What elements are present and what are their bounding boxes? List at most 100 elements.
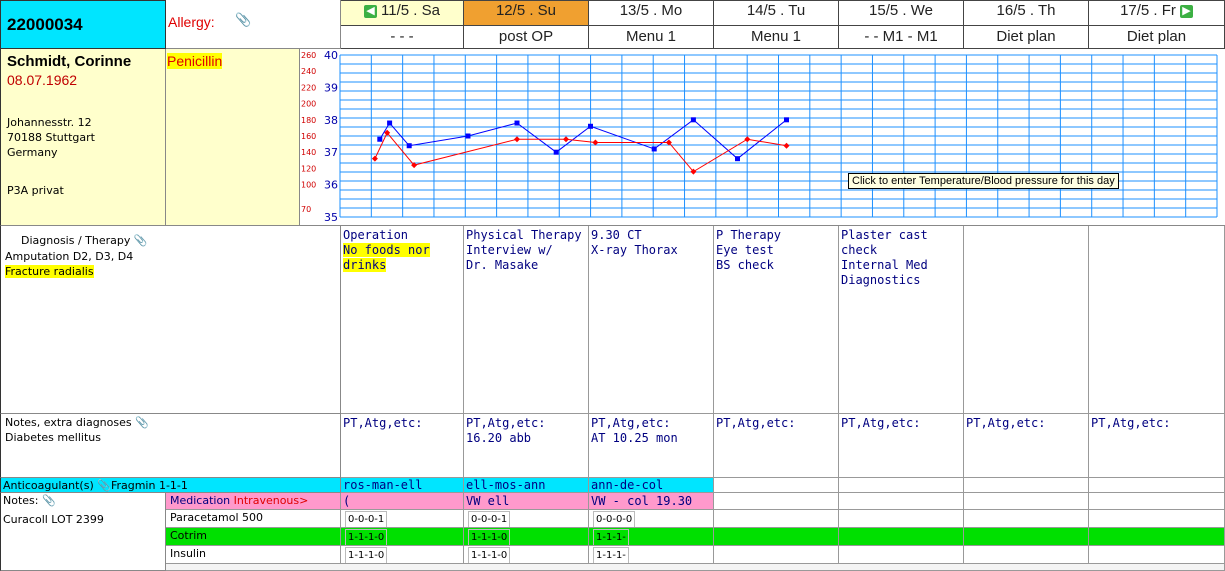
allergy-header[interactable]: Allergy: 📎 xyxy=(166,0,341,49)
therapy-cell-5[interactable] xyxy=(964,226,1089,414)
therapy-cell-0[interactable]: Operation No foods nor drinks xyxy=(341,226,464,414)
iv-day-5[interactable] xyxy=(964,493,1089,510)
therapy-cell-1[interactable]: Physical Therapy Interview w/Dr. Masake xyxy=(464,226,589,414)
data-point xyxy=(784,117,789,123)
medication-name[interactable]: Paracetamol 500 xyxy=(166,510,341,528)
day-note-cell-6[interactable]: PT,Atg,etc: xyxy=(1089,414,1225,478)
medication-dose-cell[interactable] xyxy=(964,510,1089,528)
day-note-cell-0[interactable]: PT,Atg,etc: xyxy=(341,414,464,478)
therapy-line: Plaster cast xyxy=(841,228,928,242)
iv-day-4[interactable] xyxy=(839,493,964,510)
vitals-chart-svg[interactable]: 40 39 38 37 36 35 260 240 220 200 180 160 140 120 100 7… xyxy=(300,49,1225,226)
prev-arrow-icon[interactable]: ◀ xyxy=(364,4,378,18)
medication-dose-cell[interactable] xyxy=(1089,528,1225,546)
therapy-line: check xyxy=(841,243,878,257)
therapy-cell-4[interactable]: Plaster cast check Internal Med Diagnostics xyxy=(839,226,964,414)
menu-cell-4[interactable]: - - M1 - M1 xyxy=(839,26,964,49)
therapy-highlight-line: No foods nor xyxy=(343,243,461,258)
therapy-cell-6[interactable] xyxy=(1089,226,1225,414)
medication-name[interactable]: Cotrim xyxy=(166,528,341,546)
data-point xyxy=(783,142,790,149)
therapy-cell-2[interactable]: 9.30 CT X-ray Thorax xyxy=(589,226,714,414)
medication-empty-row[interactable] xyxy=(166,564,1225,571)
iv-day-2[interactable]: VW - col 19.30 xyxy=(589,493,714,510)
day-header-3[interactable]: 14/5 . Tu xyxy=(714,0,839,26)
menu-cell-5[interactable]: Diet plan xyxy=(964,26,1089,49)
therapy-line: P Therapy xyxy=(716,228,782,242)
anticoag-row-label: Anticoagulant(s) 📎Fragmin 1-1-1 xyxy=(3,478,188,493)
intravenous-label: Intravenous> xyxy=(233,494,309,507)
day-note-cell-4[interactable]: PT,Atg,etc: xyxy=(839,414,964,478)
chart-tooltip: Click to enter Temperature/Blood pressur… xyxy=(848,173,1119,189)
medication-dose-cell[interactable]: 1-1-1-0 xyxy=(341,528,464,546)
medication-dose-cell[interactable]: 1-1-1- xyxy=(589,546,714,564)
medication-dose-cell[interactable]: 1-1-1-0 xyxy=(464,546,589,564)
patient-ward: P3A privat xyxy=(7,184,64,197)
paperclip-icon[interactable]: 📎 xyxy=(42,494,56,507)
notes2-panel[interactable]: Notes: 📎 Curacoll LOT 2399 xyxy=(0,493,166,571)
iv-day-3[interactable] xyxy=(714,493,839,510)
anticoag-day-5[interactable] xyxy=(964,478,1089,493)
medication-name[interactable]: Insulin xyxy=(166,546,341,564)
day-header-2[interactable]: 13/5 . Mo xyxy=(589,0,714,26)
anticoag-label: Anticoagulant(s) xyxy=(3,479,94,492)
medication-dose-cell[interactable]: 1-1-1-0 xyxy=(464,528,589,546)
anticoag-day-1[interactable]: ell-mos-ann xyxy=(464,478,589,493)
anticoag-day-3[interactable] xyxy=(714,478,839,493)
day-note-cell-5[interactable]: PT,Atg,etc: xyxy=(964,414,1089,478)
medication-dose-cell[interactable] xyxy=(714,528,839,546)
medication-dose-cell[interactable] xyxy=(1089,546,1225,564)
paperclip-icon[interactable]: 📎 xyxy=(135,416,149,429)
medication-dose-cell[interactable] xyxy=(714,510,839,528)
medication-label: Medication xyxy=(170,494,231,507)
medication-dose-cell[interactable]: 1-1-1-0 xyxy=(341,546,464,564)
paperclip-icon[interactable]: 📎 xyxy=(235,13,251,28)
medication-dose-cell[interactable] xyxy=(1089,510,1225,528)
patient-id-cell[interactable]: 22000034 xyxy=(0,0,166,49)
day-note-cell-1[interactable]: PT,Atg,etc: 16.20 abb xyxy=(464,414,589,478)
anticoag-day-0[interactable]: ros-man-ell xyxy=(341,478,464,493)
diagnosis-panel[interactable]: Diagnosis / Therapy 📎 Amputation D2, D3,… xyxy=(0,226,341,414)
day-note-cell-3[interactable]: PT,Atg,etc: xyxy=(714,414,839,478)
medication-dose-cell[interactable] xyxy=(964,546,1089,564)
day-header-4[interactable]: 15/5 . We xyxy=(839,0,964,26)
series-line-1 xyxy=(374,131,787,173)
anticoag-day-4[interactable] xyxy=(839,478,964,493)
medication-dose-cell[interactable]: 1-1-1- xyxy=(589,528,714,546)
iv-day-0[interactable]: ( xyxy=(341,493,464,510)
menu-cell-6[interactable]: Diet plan xyxy=(1089,26,1225,49)
iv-day-1[interactable]: VW ell xyxy=(464,493,589,510)
medication-dose-cell[interactable] xyxy=(839,528,964,546)
day-note-cell-2[interactable]: PT,Atg,etc: AT 10.25 mon xyxy=(589,414,714,478)
menu-cell-1[interactable]: post OP xyxy=(464,26,589,49)
anticoag-day-2[interactable]: ann-de-col xyxy=(589,478,714,493)
medication-dose-cell[interactable]: 0-0-0-1 xyxy=(341,510,464,528)
notes-panel[interactable]: Notes, extra diagnoses 📎 Diabetes mellit… xyxy=(0,414,341,478)
paperclip-icon[interactable]: 📎 xyxy=(134,234,148,247)
anticoag-day-6[interactable] xyxy=(1089,478,1225,493)
therapy-cell-3[interactable]: P Therapy Eye test BS check xyxy=(714,226,839,414)
medication-header[interactable]: Medication Intravenous> xyxy=(166,493,341,510)
medication-dose-cell[interactable] xyxy=(714,546,839,564)
menu-cell-0[interactable]: - - - xyxy=(341,26,464,49)
temp-tick-label: 40 xyxy=(324,49,338,62)
anticoag-panel[interactable]: Anticoagulant(s) 📎Fragmin 1-1-1 xyxy=(0,478,341,493)
menu-cell-2[interactable]: Menu 1 xyxy=(589,26,714,49)
medication-dose-cell[interactable] xyxy=(964,528,1089,546)
day-header-1[interactable]: 12/5 . Su xyxy=(464,0,589,26)
medication-dose-cell[interactable] xyxy=(839,546,964,564)
therapy-line: Operation xyxy=(343,228,409,242)
allergy-panel[interactable]: Penicillin xyxy=(166,49,300,226)
next-arrow-icon[interactable]: ▶ xyxy=(1179,4,1193,18)
vitals-chart[interactable]: 40 39 38 37 36 35 260 240 220 200 180 160 140 120 100 7… xyxy=(300,49,1225,226)
day-header-5[interactable]: 16/5 . Th xyxy=(964,0,1089,26)
menu-cell-3[interactable]: Menu 1 xyxy=(714,26,839,49)
day-header-6[interactable]: 17/5 . Fr ▶ xyxy=(1089,0,1225,26)
therapy-highlight-line: drinks xyxy=(343,258,461,273)
medication-dose-cell[interactable]: 0-0-0-1 xyxy=(464,510,589,528)
paperclip-icon[interactable]: 📎 xyxy=(97,479,111,492)
medication-dose-cell[interactable] xyxy=(839,510,964,528)
iv-day-6[interactable] xyxy=(1089,493,1225,510)
day-header-0[interactable]: ◀ 11/5 . Sa xyxy=(341,0,464,26)
medication-dose-cell[interactable]: 0-0-0-0 xyxy=(589,510,714,528)
